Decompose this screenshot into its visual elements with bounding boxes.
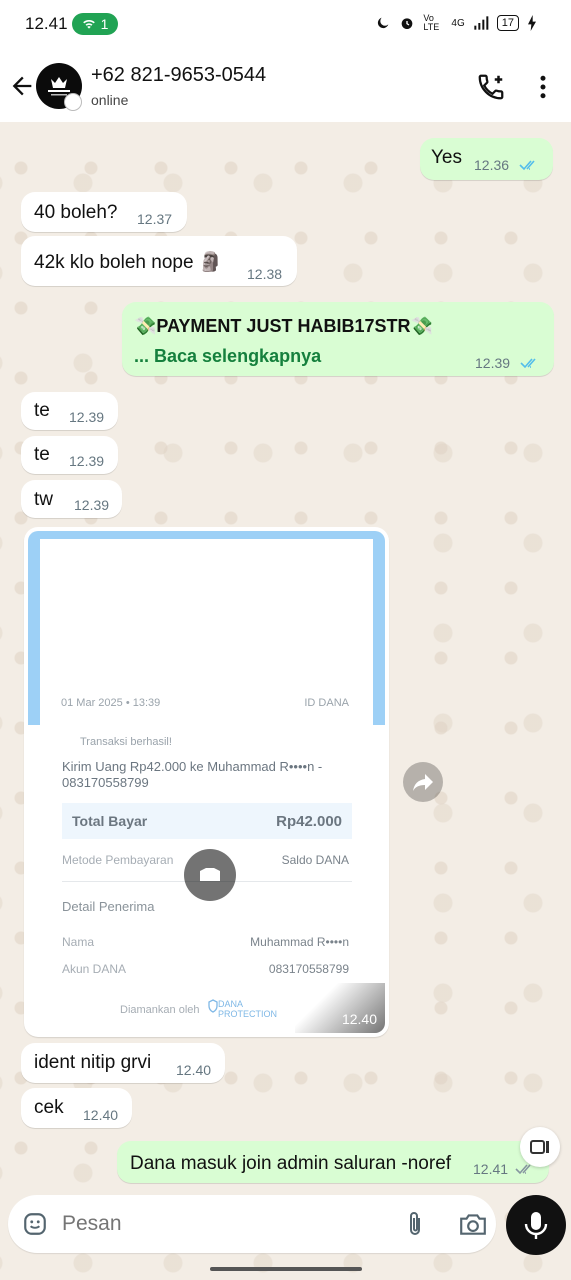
charging-icon <box>528 15 536 31</box>
signal-label: 4G <box>451 17 465 29</box>
wifi-icon <box>82 20 95 29</box>
contact-status: online <box>91 92 129 108</box>
message-time: 12.41 <box>473 1161 509 1177</box>
receipt-total-row: Total Bayar Rp42.000 <box>62 803 352 839</box>
receipt-account-label: Akun DANA <box>62 962 127 976</box>
message-text: Yes <box>431 147 462 168</box>
gesture-nav-bar[interactable] <box>210 1267 362 1271</box>
status-ring-icon <box>64 93 82 111</box>
receipt-description: Kirim Uang Rp42.000 ke Muhammad R••••n -… <box>62 759 323 790</box>
message-input[interactable] <box>62 1212 382 1236</box>
call-count: 1 <box>100 16 109 32</box>
message-text: 42k klo boleh nope 🗿 <box>34 252 223 273</box>
message-bubble-incoming[interactable]: ident nitip grvi 12.40 <box>21 1043 225 1083</box>
receipt-account-value: 083170558799 <box>268 962 349 976</box>
message-time: 12.37 <box>137 211 173 227</box>
double-check-icon <box>520 358 536 369</box>
double-check-icon <box>519 160 535 171</box>
message-composer <box>8 1195 496 1253</box>
receipt-date: 01 Mar 2025 • 13:39 <box>61 697 161 709</box>
message-bubble-incoming[interactable]: te 12.39 <box>21 436 118 474</box>
message-text: 💸PAYMENT JUST HABIB17STR💸 <box>134 316 433 336</box>
floating-window-button[interactable] <box>520 1127 560 1167</box>
moon-icon <box>378 17 389 29</box>
media-overlay-button[interactable] <box>184 849 236 901</box>
message-bubble-incoming[interactable]: cek 12.40 <box>21 1088 132 1128</box>
receipt-method-label: Metode Pembayaran <box>62 853 174 867</box>
shield-icon <box>208 999 218 1013</box>
status-time: 12.41 <box>25 14 68 33</box>
play-icon <box>200 868 220 881</box>
forward-icon <box>413 774 433 791</box>
chat-header: +62 821-9653-0544 online <box>0 50 571 122</box>
message-time: 12.40 <box>341 1011 377 1027</box>
message-time: 12.38 <box>247 266 283 282</box>
status-bar: 12.41 1 Vo LTE 4G 17 <box>0 0 571 50</box>
message-time: 12.36 <box>474 157 510 173</box>
message-text: 40 boleh? <box>34 202 118 223</box>
status-icons: Vo LTE 4G 17 <box>375 14 537 32</box>
sticker-icon[interactable] <box>22 1211 48 1237</box>
message-time: 12.39 <box>69 409 105 425</box>
message-time: 12.40 <box>83 1107 119 1123</box>
add-call-icon[interactable] <box>476 72 506 102</box>
message-bubble-outgoing[interactable]: Yes 12.36 <box>420 138 553 180</box>
read-more-link[interactable]: ... Baca selengkapnya <box>134 346 321 367</box>
mic-icon <box>524 1212 548 1239</box>
receipt-id-label: ID DANA <box>304 697 349 709</box>
message-bubble-outgoing[interactable]: Dana masuk join admin saluran -noref 12.… <box>117 1141 549 1183</box>
message-bubble-incoming[interactable]: te 12.39 <box>21 392 118 430</box>
message-text: te <box>34 400 50 421</box>
message-time: 12.39 <box>69 453 105 469</box>
alarm-icon <box>402 18 413 29</box>
contact-name[interactable]: +62 821-9653-0544 <box>91 64 266 87</box>
message-text: tw <box>34 489 53 510</box>
forward-button[interactable] <box>403 762 443 802</box>
ongoing-call-chip[interactable]: 1 <box>72 13 118 35</box>
message-time: 12.39 <box>74 497 110 513</box>
receipt-name-value: Muhammad R••••n <box>250 935 349 949</box>
signal-bars-icon <box>474 16 489 30</box>
image-message[interactable]: 01 Mar 2025 • 13:39 ID DANA Transaksi be… <box>24 527 389 1037</box>
receipt-status: Transaksi berhasil! <box>80 736 172 748</box>
message-bubble-outgoing[interactable]: 💸PAYMENT JUST HABIB17STR💸 ... Baca selen… <box>122 302 554 376</box>
receipt-recipient-section: Detail Penerima <box>62 899 155 914</box>
message-text: cek <box>34 1097 64 1118</box>
receipt-total-label: Total Bayar <box>72 813 148 829</box>
network-label: Vo LTE <box>423 13 440 32</box>
voice-message-button[interactable] <box>506 1195 566 1255</box>
back-arrow-icon[interactable] <box>8 72 36 100</box>
message-time: 12.40 <box>176 1062 212 1078</box>
battery-level: 17 <box>496 15 519 31</box>
receipt-image[interactable]: 01 Mar 2025 • 13:39 ID DANA Transaksi be… <box>28 531 385 1033</box>
message-bubble-incoming[interactable]: 40 boleh? 12.37 <box>21 192 187 232</box>
message-bubble-incoming[interactable]: 42k klo boleh nope 🗿 12.38 <box>21 236 297 286</box>
more-vert-icon[interactable] <box>528 72 558 102</box>
message-time: 12.39 <box>475 355 511 371</box>
dana-protection-brand: DANA PROTECTION <box>218 999 278 1019</box>
receipt-name-label: Nama <box>62 935 95 949</box>
message-text: te <box>34 444 50 465</box>
pip-icon <box>530 1140 549 1154</box>
message-text: ident nitip grvi <box>34 1052 152 1073</box>
message-text: Dana masuk join admin saluran -noref <box>130 1153 452 1174</box>
message-bubble-incoming[interactable]: tw 12.39 <box>21 480 122 518</box>
receipt-method-value: Saldo DANA <box>281 853 349 867</box>
receipt-total-value: Rp42.000 <box>276 813 342 830</box>
receipt-footer: Diamankan oleh <box>120 1004 200 1016</box>
camera-icon[interactable] <box>458 1211 488 1237</box>
attach-icon[interactable] <box>404 1210 426 1238</box>
